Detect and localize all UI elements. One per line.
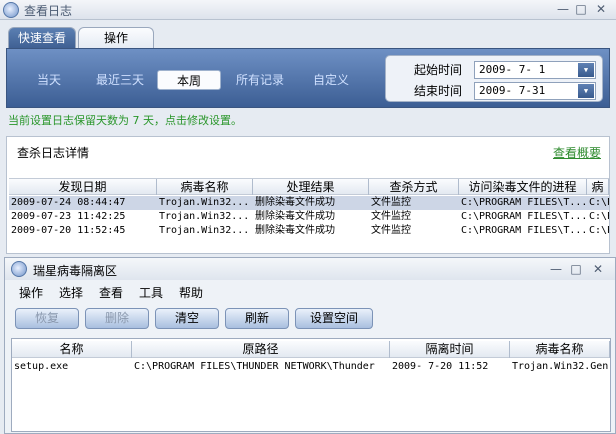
col-name[interactable]: 名称	[12, 341, 132, 358]
log-detail-title: 查杀日志详情	[17, 146, 90, 160]
cell-virus: Trojan.Win32...	[159, 211, 250, 222]
restore-button[interactable]: 恢复	[15, 308, 79, 329]
col-virus-path[interactable]: 病	[587, 179, 609, 195]
filter-today[interactable]: 当天	[29, 70, 69, 90]
cell-method: 文件监控	[371, 197, 411, 208]
cell-method: 文件监控	[371, 211, 411, 222]
cell-result: 删除染毒文件成功	[255, 211, 335, 222]
quarantine-table-header: 名称 原路径 隔离时间 病毒名称	[12, 341, 610, 358]
minimize-icon[interactable]: —	[547, 261, 565, 277]
window-title: 查看日志	[24, 4, 73, 18]
chevron-down-icon[interactable]: ▼	[578, 84, 594, 98]
cell-path: C:\P	[589, 211, 609, 222]
cell-process: C:\PROGRAM FILES\T...	[461, 225, 587, 236]
table-row[interactable]: setup.exe C:\PROGRAM FILES\THUNDER NETWO…	[12, 361, 610, 375]
close-icon[interactable]: ✕	[592, 1, 610, 17]
col-virus-name[interactable]: 病毒名称	[510, 341, 610, 358]
cell-method: 文件监控	[371, 225, 411, 236]
date-range-box: 起始时间 2009- 7- 1 ▼ 结束时间 2009- 7-31 ▼	[385, 55, 603, 102]
quarantine-title-bar[interactable]: 瑞星病毒隔离区 — □ ✕	[5, 258, 615, 280]
cell-date: 2009-07-23 11:42:25	[11, 211, 126, 222]
end-date-value: 2009- 7-31	[479, 84, 546, 97]
cell-result: 删除染毒文件成功	[255, 225, 335, 236]
filter-last-three-days[interactable]: 最近三天	[89, 70, 151, 90]
notice-days: 7	[132, 114, 140, 127]
maximize-icon[interactable]: □	[567, 261, 585, 277]
notice-suffix: 天，点击修改设置。	[143, 114, 242, 127]
tab-operations[interactable]: 操作	[78, 27, 154, 49]
start-date-value: 2009- 7- 1	[479, 63, 546, 76]
toolbar: 恢复 删除 清空 刷新 设置空间	[5, 306, 615, 332]
cell-result: 删除染毒文件成功	[255, 197, 335, 208]
col-scan-method[interactable]: 查杀方式	[369, 179, 459, 195]
cell-process: C:\PROGRAM FILES\T...	[461, 197, 587, 208]
col-found-date[interactable]: 发现日期	[9, 179, 157, 195]
table-row[interactable]: 2009-07-20 11:52:45 Trojan.Win32... 删除染毒…	[9, 224, 609, 238]
cell-name: setup.exe	[14, 361, 69, 372]
col-virus-name[interactable]: 病毒名称	[157, 179, 253, 195]
menu-tools[interactable]: 工具	[139, 284, 163, 301]
cell-path: C:\P	[589, 197, 609, 208]
tab-quick-view[interactable]: 快速查看	[8, 27, 76, 49]
table-row[interactable]: 2009-07-23 11:42:25 Trojan.Win32... 删除染毒…	[9, 210, 609, 224]
menu-operations[interactable]: 操作	[19, 284, 43, 301]
delete-button[interactable]: 删除	[85, 308, 149, 329]
quarantine-title: 瑞星病毒隔离区	[33, 264, 118, 278]
start-date-picker[interactable]: 2009- 7- 1 ▼	[474, 61, 596, 79]
menu-help[interactable]: 帮助	[179, 284, 203, 301]
cell-date: 2009-07-24 08:44:47	[11, 197, 126, 208]
filter-this-week[interactable]: 本周	[157, 70, 221, 90]
chevron-down-icon[interactable]: ▼	[578, 63, 594, 77]
col-process[interactable]: 访问染毒文件的进程	[459, 179, 587, 195]
menu-bar: 操作 选择 查看 工具 帮助	[5, 282, 615, 302]
filter-custom[interactable]: 自定义	[307, 70, 355, 90]
cell-virus: Trojan.Win32...	[159, 197, 250, 208]
refresh-button[interactable]: 刷新	[225, 308, 289, 329]
set-space-button[interactable]: 设置空间	[295, 308, 373, 329]
view-summary-link[interactable]: 查看概要	[553, 144, 601, 161]
cell-process: C:\PROGRAM FILES\T...	[461, 211, 587, 222]
table-row[interactable]: 2009-07-24 08:44:47 Trojan.Win32... 删除染毒…	[9, 196, 609, 210]
log-detail-panel: 查杀日志详情 查看概要 发现日期 病毒名称 处理结果 查杀方式 访问染毒文件的进…	[6, 136, 610, 254]
menu-select[interactable]: 选择	[59, 284, 83, 301]
col-quarantine-time[interactable]: 隔离时间	[390, 341, 510, 358]
start-time-label: 起始时间	[414, 63, 463, 77]
close-icon[interactable]: ✕	[589, 261, 607, 277]
col-original-path[interactable]: 原路径	[132, 341, 390, 358]
notice-prefix: 当前设置日志保留天数为	[8, 114, 129, 127]
app-logo-icon	[11, 261, 27, 277]
cell-date: 2009-07-20 11:52:45	[11, 225, 126, 236]
cell-quarantine-time: 2009- 7-20 11:52	[392, 361, 489, 372]
minimize-icon[interactable]: —	[554, 1, 572, 17]
cell-virus-name: Trojan.Win32.Gen	[512, 361, 609, 372]
col-result[interactable]: 处理结果	[253, 179, 369, 195]
retention-notice[interactable]: 当前设置日志保留天数为 7 天，点击修改设置。	[8, 112, 242, 128]
cell-original-path: C:\PROGRAM FILES\THUNDER NETWORK\Thunder	[134, 361, 375, 372]
log-table-header: 发现日期 病毒名称 处理结果 查杀方式 访问染毒文件的进程 病	[9, 178, 609, 195]
filter-all-records[interactable]: 所有记录	[229, 70, 291, 90]
end-time-label: 结束时间	[414, 84, 463, 98]
cell-path: C:\P	[589, 225, 609, 236]
filter-panel: 当天 最近三天 本周 所有记录 自定义 起始时间 2009- 7- 1 ▼ 结束…	[6, 48, 610, 108]
maximize-icon[interactable]: □	[572, 1, 590, 17]
quarantine-table: 名称 原路径 隔离时间 病毒名称 setup.exe C:\PROGRAM FI…	[11, 338, 611, 432]
title-bar[interactable]: 查看日志 — □ ✕	[0, 0, 616, 20]
end-date-picker[interactable]: 2009- 7-31 ▼	[474, 82, 596, 100]
quarantine-window: 瑞星病毒隔离区 — □ ✕ 操作 选择 查看 工具 帮助 恢复 删除 清空 刷新…	[4, 257, 616, 434]
menu-view[interactable]: 查看	[99, 284, 123, 301]
cell-virus: Trojan.Win32...	[159, 225, 250, 236]
clear-button[interactable]: 清空	[155, 308, 219, 329]
app-logo-icon	[3, 2, 19, 18]
